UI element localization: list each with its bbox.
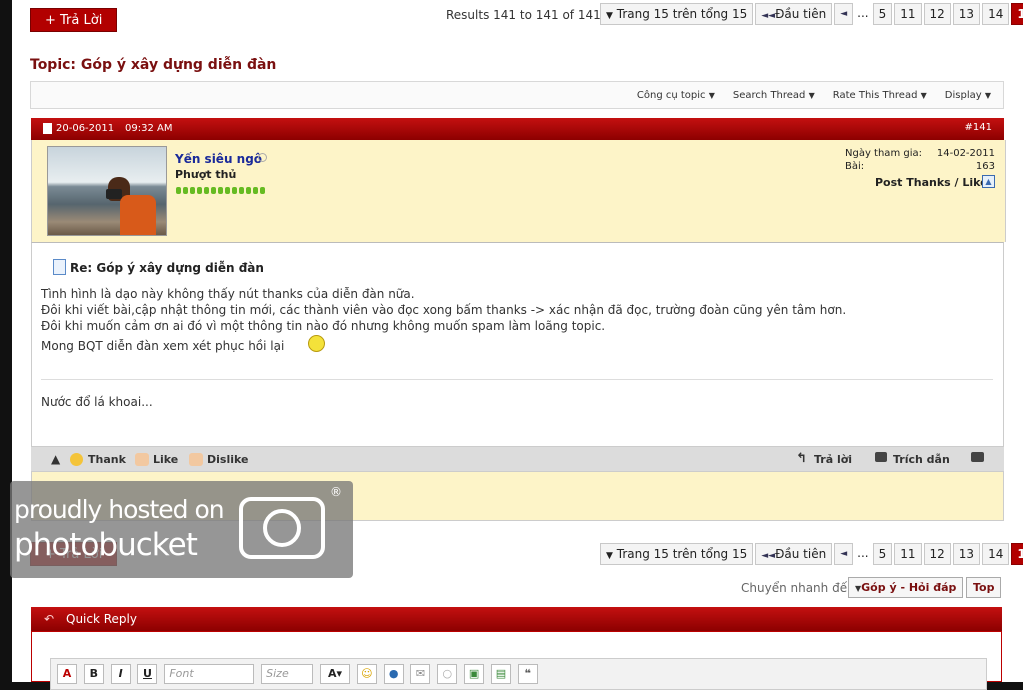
italic-button[interactable]: I [110, 664, 131, 684]
dislike-button[interactable]: Dislike [207, 453, 248, 466]
email-icon[interactable]: ✉ [410, 664, 431, 684]
rate-thread-menu[interactable]: Rate This Thread ▼ [833, 90, 927, 101]
post-line-1: Tình hình là dạo này không thấy nút than… [41, 287, 415, 301]
display-menu[interactable]: Display ▼ [945, 90, 991, 101]
posts-label: Bài: [845, 161, 865, 172]
thread-toolbar: Công cụ topic ▼ Search Thread ▼ Rate Thi… [30, 81, 1004, 109]
thank-icon [70, 453, 83, 466]
reply-post-button[interactable]: Trả lời [814, 453, 852, 466]
quick-reply-header: ↶ Quick Reply [31, 607, 1002, 631]
remove-format-icon[interactable]: A [57, 664, 77, 684]
bold-button[interactable]: B [83, 664, 104, 684]
multi-quote-icon[interactable] [971, 452, 984, 462]
search-thread-menu[interactable]: Search Thread ▼ [733, 90, 815, 101]
post-line-3: Đôi khi muốn cảm ơn ai đó vì một thông t… [41, 319, 606, 333]
post-content: Re: Góp ý xây dựng diễn đàn Tình hình là… [31, 242, 1004, 447]
avatar[interactable] [47, 146, 167, 236]
page-link[interactable]: 13 [952, 543, 981, 565]
post-subject-icon [53, 259, 66, 275]
pager-ellipsis: ... [857, 6, 869, 20]
signature: Nước đổ lá khoai... [41, 395, 153, 409]
join-date-value: 14-02-2011 [936, 148, 995, 159]
first-page-link[interactable]: ◄◄Đầu tiên [755, 3, 833, 25]
top-button[interactable]: Top [966, 577, 1002, 598]
quote-editor-icon[interactable]: ❝ [517, 664, 538, 684]
reply-button-top[interactable]: + Trả Lời [30, 8, 118, 32]
link-icon[interactable]: ● [383, 664, 404, 684]
quick-reply-body: A B I U Font Size A▾ ☺ ● ✉ ○ ▣ ▤ ❝ [31, 631, 1002, 690]
page-summary-dropdown[interactable]: ▼ Trang 15 trên tổng 15 [600, 3, 754, 25]
offline-status-icon [258, 153, 267, 162]
page-summary-dropdown[interactable]: ▼ Trang 15 trên tổng 15 [600, 543, 754, 565]
results-count: Results 141 to 141 of 141 [446, 8, 601, 22]
pager-top: ▼ Trang 15 trên tổng 15 ◄◄Đầu tiên ◄ ...… [600, 3, 1023, 25]
page-current[interactable]: 15 [1011, 543, 1023, 565]
post-header-bar: 20-06-2011 09:32 AM #141 [31, 118, 1004, 140]
page-current[interactable]: 15 [1011, 3, 1023, 25]
page-link[interactable]: 5 [872, 3, 893, 25]
watermark-line-2: photobucket [14, 527, 198, 563]
pager-bottom: ▼ Trang 15 trên tổng 15 ◄◄Đầu tiên ◄ ...… [600, 543, 1023, 565]
prev-page-link[interactable]: ◄ [834, 543, 854, 565]
post-thanks-link[interactable]: Post Thanks / Like [875, 176, 988, 189]
report-icon[interactable]: ▲ [51, 452, 60, 466]
like-icon [135, 453, 149, 466]
post-number[interactable]: #141 [965, 122, 992, 133]
post-doc-icon [43, 123, 52, 134]
user-title: Phượt thủ [175, 168, 237, 181]
page-link[interactable]: 13 [952, 3, 981, 25]
first-page-link[interactable]: ◄◄Đầu tiên [755, 543, 833, 565]
quick-reply-arrow-icon: ↶ [44, 612, 55, 626]
text-color-icon[interactable]: A▾ [319, 664, 350, 684]
page-link[interactable]: 11 [894, 543, 922, 565]
video-icon[interactable]: ▤ [490, 664, 511, 684]
image-icon[interactable]: ▣ [464, 664, 485, 684]
smile-emoticon-icon [308, 335, 325, 352]
pager-ellipsis: ... [857, 546, 869, 560]
page-link[interactable]: 14 [982, 543, 1010, 565]
quick-nav-select[interactable]: ▼Góp ý - Hỏi đáp [848, 577, 964, 598]
size-select[interactable]: Size [261, 664, 314, 684]
post-time: 09:32 AM [125, 123, 173, 134]
post-action-bar: ▲ Thank Like Dislike ↰ Trả lời Trích dẫn [31, 447, 1004, 471]
quick-nav-label: Chuyển nhanh đến [741, 581, 855, 595]
photobucket-watermark: proudly hosted on photobucket ® [10, 481, 353, 578]
page: + Trả Lời Results 141 to 141 of 141 ▼ Tr… [10, 0, 1023, 690]
post-date: 20-06-2011 [56, 123, 115, 134]
camera-logo-icon [239, 497, 325, 559]
quote-button[interactable]: Trích dẫn [893, 453, 950, 466]
signature-divider [41, 379, 993, 380]
post-line-4: Mong BQT diễn đàn xem xét phục hồi lại [41, 339, 285, 353]
unlink-icon[interactable]: ○ [437, 664, 458, 684]
reply-arrow-icon: ↰ [796, 451, 807, 466]
thread-tools-menu[interactable]: Công cụ topic ▼ [637, 90, 715, 101]
page-link[interactable]: 11 [894, 3, 922, 25]
thank-button[interactable]: Thank [88, 453, 126, 466]
registered-mark: ® [330, 485, 342, 499]
reputation-bar [176, 183, 267, 197]
watermark-line-1: proudly hosted on [14, 495, 225, 524]
font-select[interactable]: Font [164, 664, 255, 684]
page-link[interactable]: 12 [923, 3, 951, 25]
smilies-icon[interactable]: ☺ [356, 664, 377, 684]
username-link[interactable]: Yến siêu ngô [175, 152, 262, 166]
post-line-2: Đôi khi viết bài,cập nhật thông tin mới,… [41, 303, 847, 317]
topic-title: Topic: Góp ý xây dựng diễn đàn [30, 57, 277, 73]
page-link[interactable]: 14 [982, 3, 1010, 25]
quote-icon [875, 452, 887, 462]
page-link[interactable]: 5 [872, 543, 893, 565]
page-link[interactable]: 12 [923, 543, 951, 565]
quick-reply-title[interactable]: Quick Reply [66, 612, 137, 626]
expand-icon[interactable]: ▲ [982, 175, 995, 188]
like-button[interactable]: Like [153, 453, 178, 466]
join-date-label: Ngày tham gia: [845, 148, 922, 159]
posts-count: 163 [975, 161, 995, 172]
editor-buttons: A B I U Font Size A▾ ☺ ● ✉ ○ ▣ ▤ ❝ [57, 664, 541, 684]
underline-button[interactable]: U [137, 664, 158, 684]
user-info-box: Yến siêu ngô Phượt thủ Ngày tham gia: 14… [31, 140, 1006, 242]
post-subject: Re: Góp ý xây dựng diễn đàn [70, 261, 264, 275]
editor-toolbar: A B I U Font Size A▾ ☺ ● ✉ ○ ▣ ▤ ❝ [50, 658, 987, 690]
prev-page-link[interactable]: ◄ [834, 3, 854, 25]
dislike-icon [189, 453, 203, 466]
